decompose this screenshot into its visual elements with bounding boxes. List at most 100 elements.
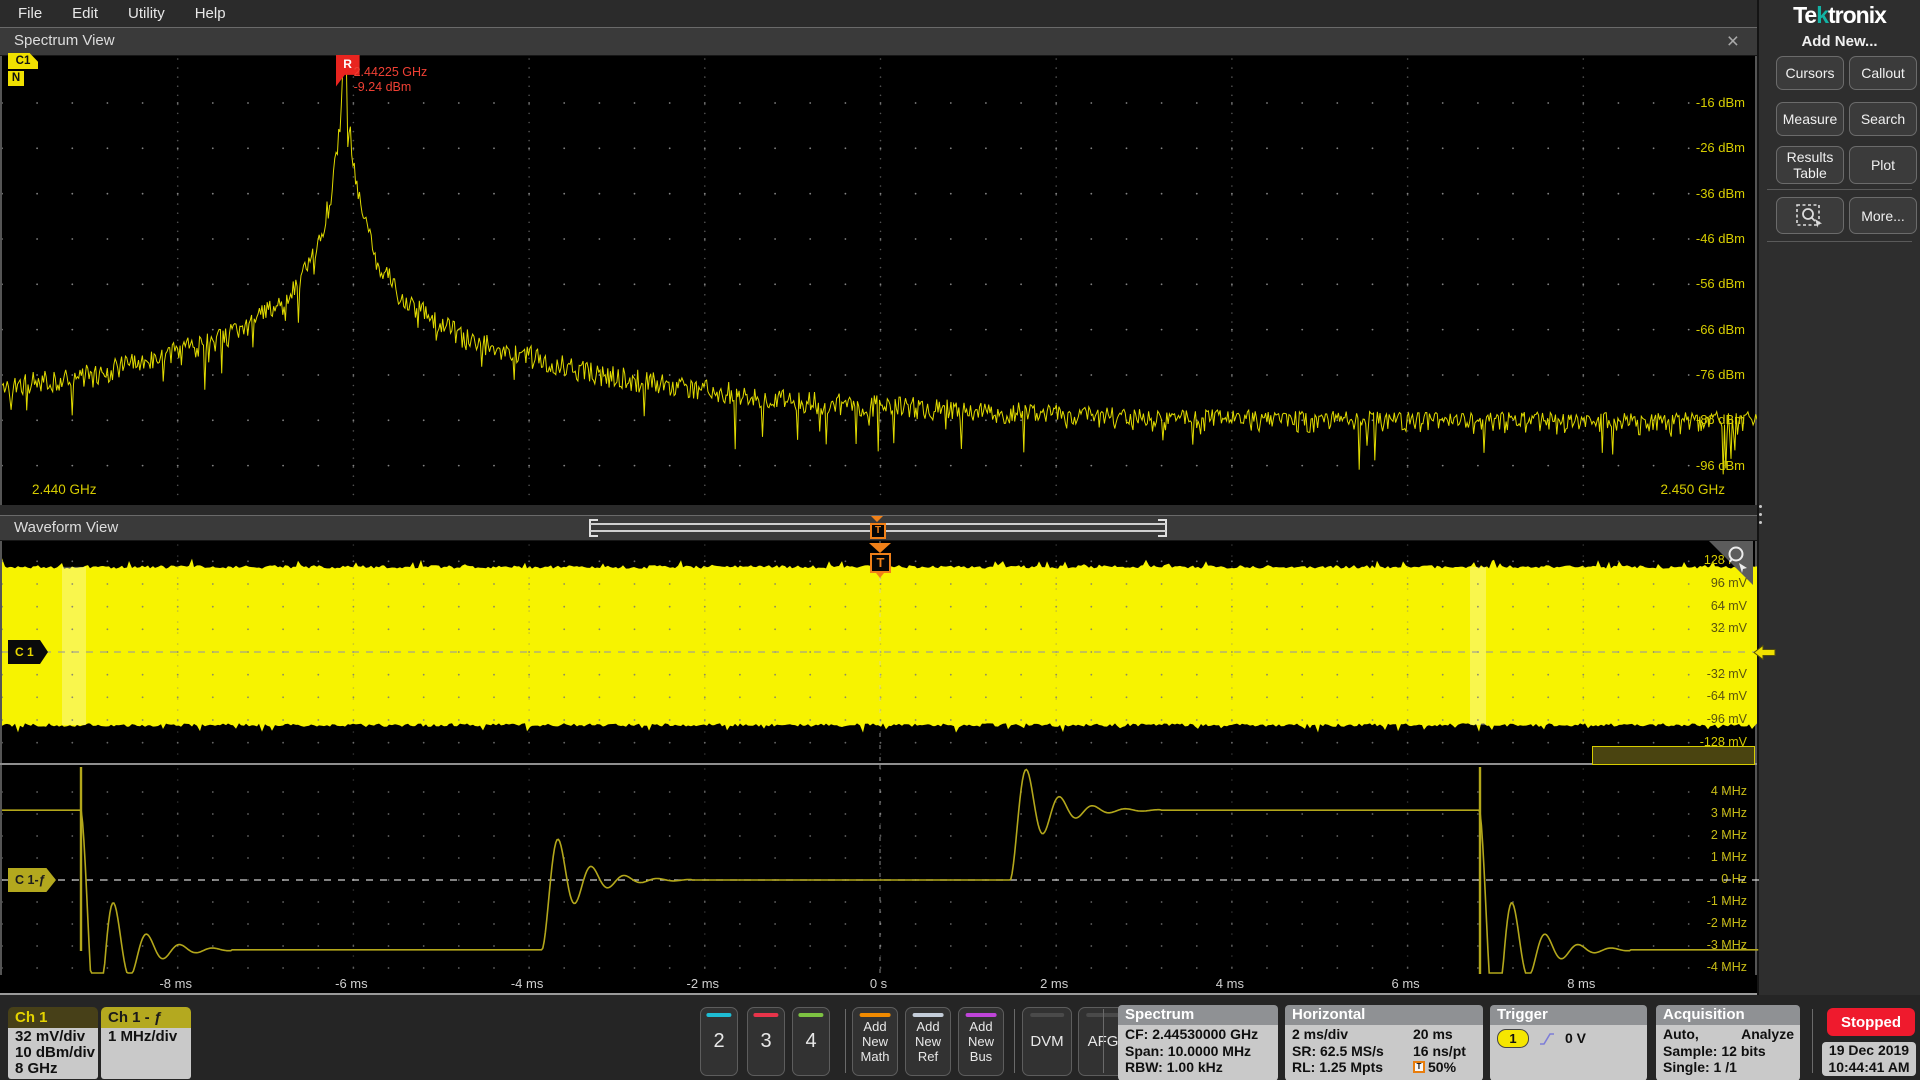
trigger-level: 0 V xyxy=(1565,1030,1586,1047)
add-new-math-button[interactable]: AddNewMath xyxy=(852,1007,898,1076)
channel-1-handle[interactable]: C 1 xyxy=(8,640,48,664)
time-text: 10:44:41 AM xyxy=(1822,1059,1916,1076)
trigger-marker-mini-icon[interactable] xyxy=(871,516,883,522)
spectrum-y-tick: -66 dBm xyxy=(1655,322,1745,337)
sidebar-button-results-table[interactable]: Results Table xyxy=(1776,146,1844,184)
trigger-position-icon: T xyxy=(1413,1061,1425,1073)
run-stop-status[interactable]: Stopped xyxy=(1827,1008,1915,1036)
horizontal-setting-row: SR: 62.5 MS/s16 ns/pt xyxy=(1292,1043,1477,1060)
sidebar-button-cursors[interactable]: Cursors xyxy=(1776,56,1844,90)
ch1-y-tick: 32 mV xyxy=(1657,621,1747,635)
trigger-flag[interactable]: T xyxy=(870,553,891,573)
spectrum-channel-badge[interactable]: C1 xyxy=(8,53,38,69)
zoom-select-icon xyxy=(1795,203,1825,229)
button-color-stripe xyxy=(966,1013,997,1017)
menu-item-file[interactable]: File xyxy=(18,5,42,22)
ch1f-y-tick: -3 MHz xyxy=(1657,938,1747,952)
waveform-view-header: Waveform View T xyxy=(0,515,1757,541)
menu-bar: File Edit Utility Help xyxy=(0,0,1757,27)
sidebar-button-measure[interactable]: Measure xyxy=(1776,102,1844,136)
oscilloscope-app: File Edit Utility Help Spectrum View × C1 N… xyxy=(0,0,1920,1080)
add-new-ref-button[interactable]: AddNewRef xyxy=(905,1007,951,1076)
sidebar-button-plot[interactable]: Plot xyxy=(1849,146,1917,184)
sidebar-button-callout[interactable]: Callout xyxy=(1849,56,1917,90)
ch1f-y-tick: -2 MHz xyxy=(1657,916,1747,930)
ch1-setting-row: 32 mV/div xyxy=(15,1029,98,1045)
channel-4-button[interactable]: 4 xyxy=(792,1007,830,1076)
zoom-select-button[interactable] xyxy=(1776,197,1844,234)
dvm-button[interactable]: DVM xyxy=(1022,1007,1072,1076)
button-color-stripe xyxy=(913,1013,944,1017)
acquisition-setting-row: Sample: 12 bits xyxy=(1663,1043,1794,1060)
ch1f-y-tick: -4 MHz xyxy=(1657,960,1747,974)
horizontal-setting-row: 2 ms/div20 ms xyxy=(1292,1026,1477,1043)
spectrum-view-header: Spectrum View × xyxy=(0,27,1757,56)
trigger-flag-tail-icon xyxy=(876,573,884,578)
channel-color-stripe xyxy=(753,1013,778,1017)
more-button[interactable]: More... xyxy=(1849,197,1917,234)
spectrum-settings-panel[interactable]: Spectrum CF: 2.44530000 GHzSpan: 10.0000… xyxy=(1118,1005,1278,1080)
spectrum-y-tick: -46 dBm xyxy=(1655,231,1745,246)
time-axis-tick: 2 ms xyxy=(1019,976,1089,991)
ch1f-badge[interactable]: Ch 1 - ƒ 1 MHz/div xyxy=(101,1007,191,1079)
acquisition-title: Acquisition xyxy=(1656,1005,1800,1025)
add-new-header: Add New... xyxy=(1759,33,1920,50)
sidebar-button-search[interactable]: Search xyxy=(1849,102,1917,136)
acquisition-panel[interactable]: Acquisition Auto,AnalyzeSample: 12 bitsS… xyxy=(1656,1005,1800,1080)
spectrum-setting-row: CF: 2.44530000 GHz xyxy=(1125,1026,1272,1043)
panel-divider[interactable] xyxy=(0,505,1757,515)
spectrum-plot[interactable]: C1 N R 2.44225 GHz -9.24 dBm 2.440 GHz 2… xyxy=(0,56,1757,505)
acquisition-setting-row: Auto,Analyze xyxy=(1663,1026,1794,1043)
horizontal-title: Horizontal xyxy=(1285,1005,1483,1025)
spectrum-setting-row: Span: 10.0000 MHz xyxy=(1125,1043,1272,1060)
channel-1f-handle[interactable]: C 1-ƒ xyxy=(8,868,56,892)
spectrum-setting-row: RBW: 1.00 kHz xyxy=(1125,1059,1272,1076)
ch1f-y-tick: 2 MHz xyxy=(1657,828,1747,842)
channel-color-stripe xyxy=(706,1013,731,1017)
waveform-plot-ch1[interactable]: T C 1 128 mV96 mV64 mV32 mV-32 mV-64 mV-… xyxy=(0,541,1757,763)
channel-3-button[interactable]: 3 xyxy=(747,1007,785,1076)
ch1f-y-tick: -1 MHz xyxy=(1657,894,1747,908)
menu-item-utility[interactable]: Utility xyxy=(128,5,165,22)
time-axis-tick: 4 ms xyxy=(1195,976,1265,991)
spectrum-y-tick: -76 dBm xyxy=(1655,367,1745,382)
trigger-title: Trigger xyxy=(1490,1005,1647,1025)
time-axis-tick: -4 ms xyxy=(492,976,562,991)
waveform-plot-ch1f[interactable]: C 1-ƒ 4 MHz3 MHz2 MHz1 MHz0 Hz-1 MHz-2 M… xyxy=(0,765,1757,975)
ch1f-y-tick: 4 MHz xyxy=(1657,784,1747,798)
spectrum-trace-svg xyxy=(2,56,1759,505)
ch1-y-tick: 96 mV xyxy=(1657,576,1747,590)
peak-marker-level: -9.24 dBm xyxy=(354,80,412,94)
trigger-marker-mini[interactable]: T xyxy=(870,523,886,539)
spectrum-x-label-left: 2.440 GHz xyxy=(32,482,97,497)
time-axis-tick: 0 s xyxy=(844,976,914,991)
time-axis-tick: -2 ms xyxy=(668,976,738,991)
channel-2-button[interactable]: 2 xyxy=(700,1007,738,1076)
tektronix-logo: Tektronix xyxy=(1759,2,1920,29)
ch1-y-tick: 64 mV xyxy=(1657,599,1747,613)
spectrum-settings-title: Spectrum xyxy=(1118,1005,1278,1025)
spectrum-y-tick: -86 dBm xyxy=(1655,412,1745,427)
ch1-badge[interactable]: Ch 1 32 mV/div10 dBm/div8 GHz xyxy=(8,1007,98,1079)
splitter-handle[interactable] xyxy=(1759,500,1762,529)
spectrum-y-tick: -26 dBm xyxy=(1655,140,1745,155)
time-axis: -8 ms-6 ms-4 ms-2 ms0 s2 ms4 ms6 ms8 ms xyxy=(0,975,1757,993)
menu-item-help[interactable]: Help xyxy=(195,5,226,22)
ch1f-y-tick: 3 MHz xyxy=(1657,806,1747,820)
bottom-bar: Ch 1 32 mV/div10 dBm/div8 GHz Ch 1 - ƒ 1… xyxy=(0,995,1920,1080)
ch1f-badge-title: Ch 1 - ƒ xyxy=(101,1007,191,1028)
ch1-badge-title: Ch 1 xyxy=(8,1007,98,1028)
rising-edge-icon xyxy=(1539,1032,1555,1046)
horizontal-setting-row: RL: 1.25 MptsT50% xyxy=(1292,1059,1477,1076)
close-icon[interactable]: × xyxy=(1727,29,1739,55)
menu-item-edit[interactable]: Edit xyxy=(72,5,98,22)
trigger-panel[interactable]: Trigger 1 0 V xyxy=(1490,1005,1647,1080)
spectrum-y-tick: -36 dBm xyxy=(1655,186,1745,201)
time-axis-tick: 6 ms xyxy=(1371,976,1441,991)
horizontal-panel[interactable]: Horizontal 2 ms/div20 msSR: 62.5 MS/s16 … xyxy=(1285,1005,1483,1080)
spectrum-time-bar[interactable] xyxy=(1592,746,1755,765)
sidebar: Tektronix Add New... CursorsCalloutMeasu… xyxy=(1757,0,1920,1080)
trigger-flag-icon[interactable] xyxy=(869,543,891,553)
add-new-bus-button[interactable]: AddNewBus xyxy=(958,1007,1004,1076)
spectrum-y-tick: -56 dBm xyxy=(1655,276,1745,291)
